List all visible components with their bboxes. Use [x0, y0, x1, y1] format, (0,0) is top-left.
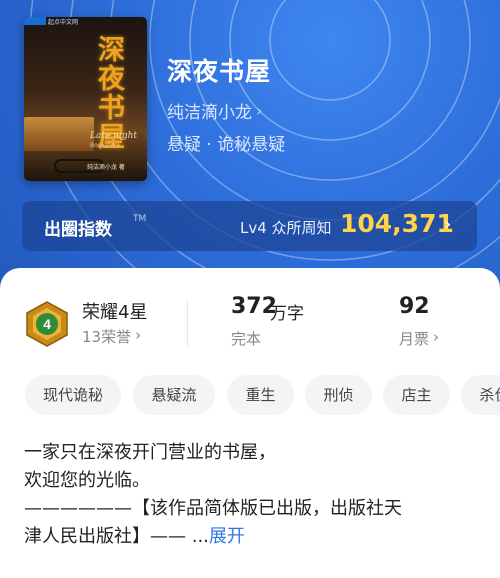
monthly-tickets-label: 月票: [399, 330, 430, 348]
book-genre: 悬疑 · 诡秘悬疑: [167, 135, 286, 155]
chevron-right-icon: ›: [135, 326, 142, 344]
index-trademark: TM: [133, 214, 147, 224]
chevron-right-icon: ›: [256, 101, 263, 120]
tag-chip[interactable]: 悬疑流: [133, 375, 215, 415]
monthly-tickets-link[interactable]: 月票 ›: [399, 328, 439, 349]
honor-title[interactable]: 荣耀4星: [82, 298, 147, 324]
description-line: ——————【该作品简体版已出版，出版社天: [24, 498, 402, 519]
tag-chip[interactable]: 杀伐: [461, 375, 500, 415]
index-value: 104,371: [340, 209, 454, 238]
tag-chip[interactable]: 刑侦: [305, 375, 372, 415]
cover-english-subtitle: Bookstore: [90, 142, 121, 149]
book-description: 一家只在深夜开门营业的书屋， 欢迎您的光临。 ——————【该作品简体版已出版，…: [24, 439, 484, 551]
book-info-panel: 4 荣耀4星 13荣誉 › 372 万字 完本 92 月票 › 现代诡秘 悬疑流…: [0, 268, 500, 578]
chevron-right-icon: ›: [433, 328, 440, 346]
description-line: 津人民出版社】—— ...展开: [24, 523, 484, 551]
monthly-tickets-value: 92: [399, 294, 430, 319]
tag-list: 现代诡秘 悬疑流 重生 刑侦 店主 杀伐: [25, 375, 500, 415]
index-level: Lv4 众所周知: [240, 219, 332, 237]
author-link[interactable]: 纯洁滴小龙 ›: [167, 98, 262, 123]
expand-link[interactable]: 展开: [209, 526, 245, 547]
book-header: 起点中文网 深夜书屋 Late night Bookstore 纯洁滴小龙 著 …: [0, 0, 500, 300]
badge-number: 4: [43, 316, 51, 332]
word-count-unit: 万字: [270, 304, 304, 324]
description-line-text: 津人民出版社】—— ...: [24, 526, 209, 547]
chevron-right-icon: ›: [444, 214, 452, 235]
book-title: 深夜书屋: [167, 57, 272, 86]
cover-corner-logo: [24, 17, 46, 25]
completion-status: 完本: [231, 330, 262, 348]
tag-chip[interactable]: 现代诡秘: [25, 375, 121, 415]
author-name: 纯洁滴小龙: [167, 103, 252, 123]
honor-count: 13荣誉: [82, 328, 132, 346]
tag-chip[interactable]: 重生: [227, 375, 294, 415]
description-line: 欢迎您的光临。: [24, 470, 150, 491]
honor-badge-icon: 4: [26, 301, 68, 347]
cover-corner-text: 起点中文网: [48, 19, 79, 26]
stats-divider: [187, 300, 188, 346]
tag-chip[interactable]: 店主: [383, 375, 450, 415]
popularity-index-bar[interactable]: 出圈指数 TM Lv4 众所周知 104,371 ›: [22, 201, 477, 251]
cover-author: 纯洁滴小龙 著: [87, 164, 125, 171]
index-label: 出圈指数: [44, 220, 112, 240]
description-line: 一家只在深夜开门营业的书屋，: [24, 442, 276, 463]
book-cover[interactable]: 起点中文网 深夜书屋 Late night Bookstore 纯洁滴小龙 著: [24, 17, 147, 181]
honor-link[interactable]: 13荣誉 ›: [82, 326, 141, 347]
cover-english-title: Late night: [90, 131, 137, 141]
